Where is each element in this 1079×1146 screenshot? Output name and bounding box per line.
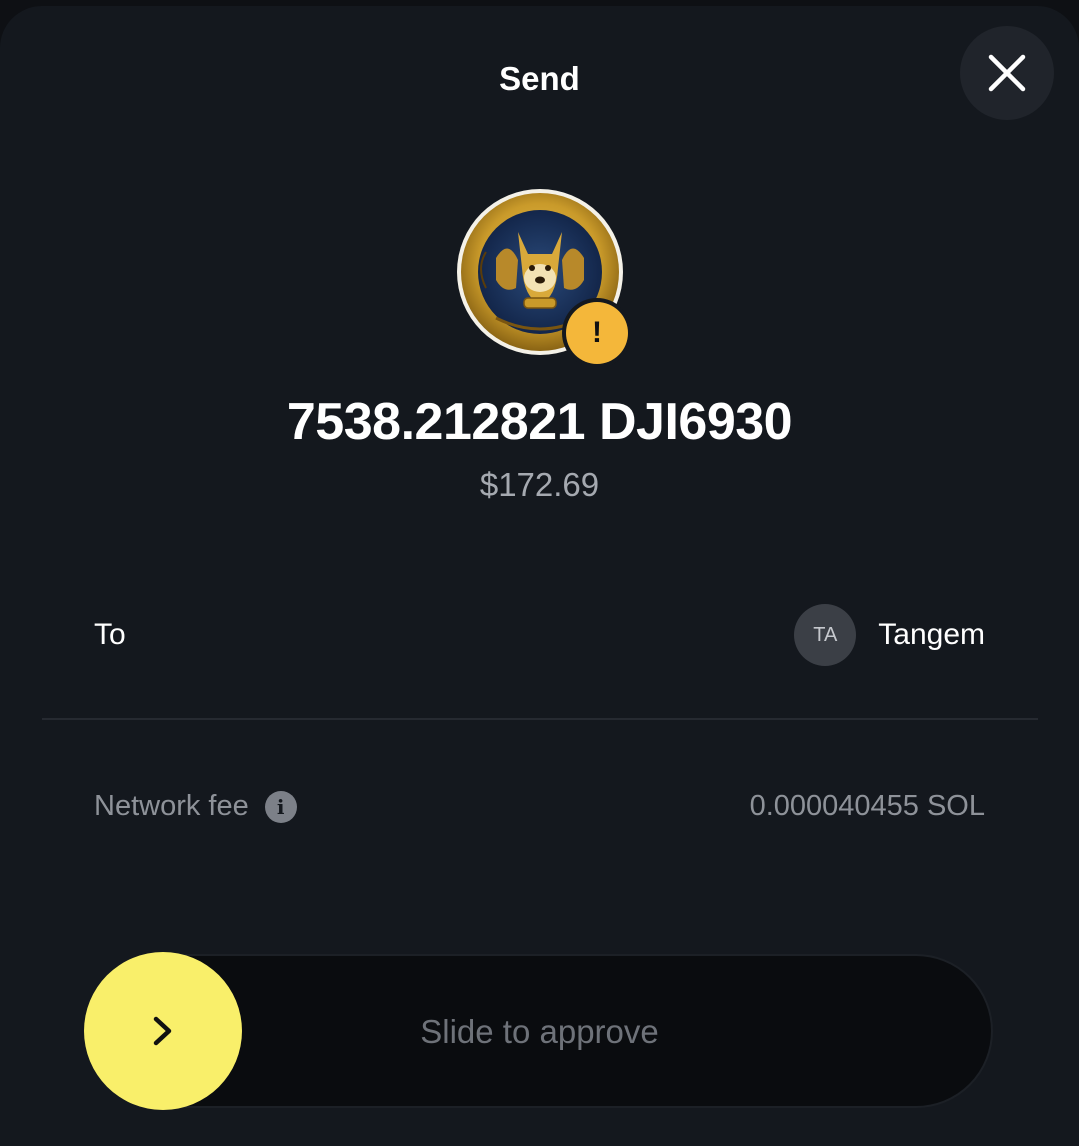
avatar: TA (794, 604, 857, 666)
chevron-right-icon (153, 1016, 172, 1046)
info-icon[interactable]: i (264, 790, 297, 823)
close-button[interactable] (960, 26, 1054, 120)
network-fee-label: Network fee (94, 790, 249, 822)
warning-badge: ! (566, 302, 628, 364)
to-label: To (94, 618, 126, 651)
close-icon (988, 54, 1026, 92)
page-title: Send (499, 60, 580, 97)
network-fee-value: 0.000040455 SOL (749, 790, 985, 822)
recipient[interactable]: TA Tangem (794, 604, 985, 666)
fiat-value: $172.69 (479, 466, 600, 503)
send-amount: 7538.212821 DJI6930 (286, 393, 793, 451)
slider-knob[interactable] (84, 952, 242, 1110)
divider (42, 718, 1038, 720)
network-fee-row: Network fee i (94, 790, 297, 823)
recipient-name: Tangem (878, 618, 985, 651)
